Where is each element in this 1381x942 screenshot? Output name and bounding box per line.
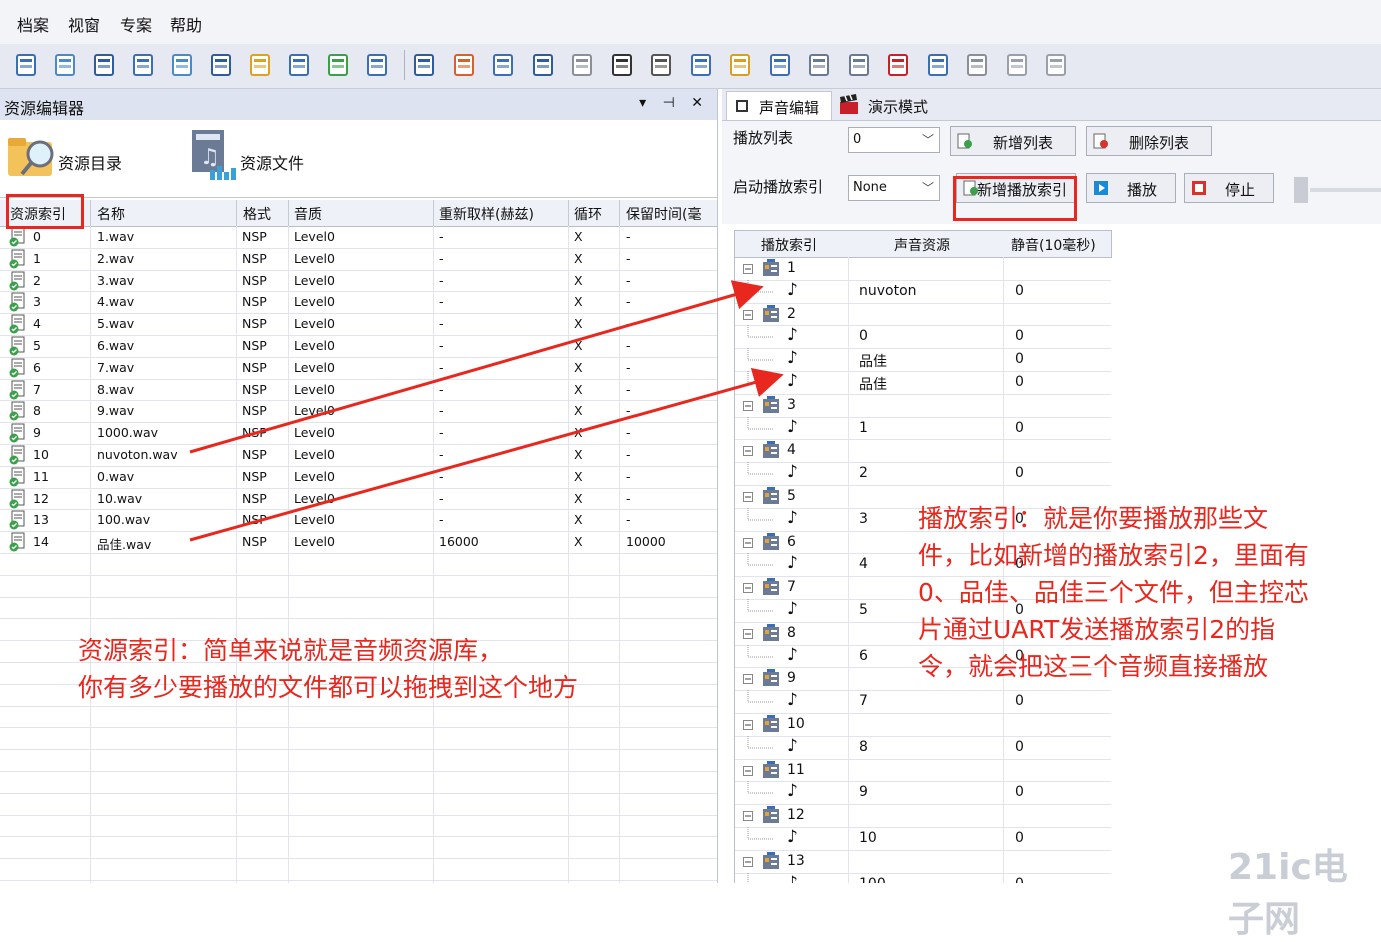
annotation-right-line: 片通过UART发送播放索引2的指 xyxy=(918,615,1276,644)
arrow-to-index-1 xyxy=(189,280,764,454)
watermark: 21ic电子网 xyxy=(1228,847,1348,940)
annotation-left-line: 资源索引：简单来说就是音频资源库， xyxy=(78,636,504,665)
annotation-right-line: 令，就会把这三个音频直接播放 xyxy=(918,652,1269,681)
annotation-right-line: 件，比如新增的播放索引2，里面有 xyxy=(918,541,1309,570)
arrow-to-index-2 xyxy=(189,367,784,542)
annotation-left-line: 你有多少要播放的文件都可以拖拽到这个地方 xyxy=(78,673,579,702)
annotation-right-line: 0、品佳、品佳三个文件，但主控芯 xyxy=(918,578,1309,607)
annotation-right-line: 播放索引：就是你要播放那些文 xyxy=(918,504,1269,533)
annotation-arrows xyxy=(189,280,784,542)
annotation-left: 资源索引：简单来说就是音频资源库， 你有多少要播放的文件都可以拖拽到这个地方 xyxy=(78,632,578,706)
annotation-right: 播放索引：就是你要播放那些文 件，比如新增的播放索引2，里面有 0、品佳、品佳三… xyxy=(918,500,1309,685)
